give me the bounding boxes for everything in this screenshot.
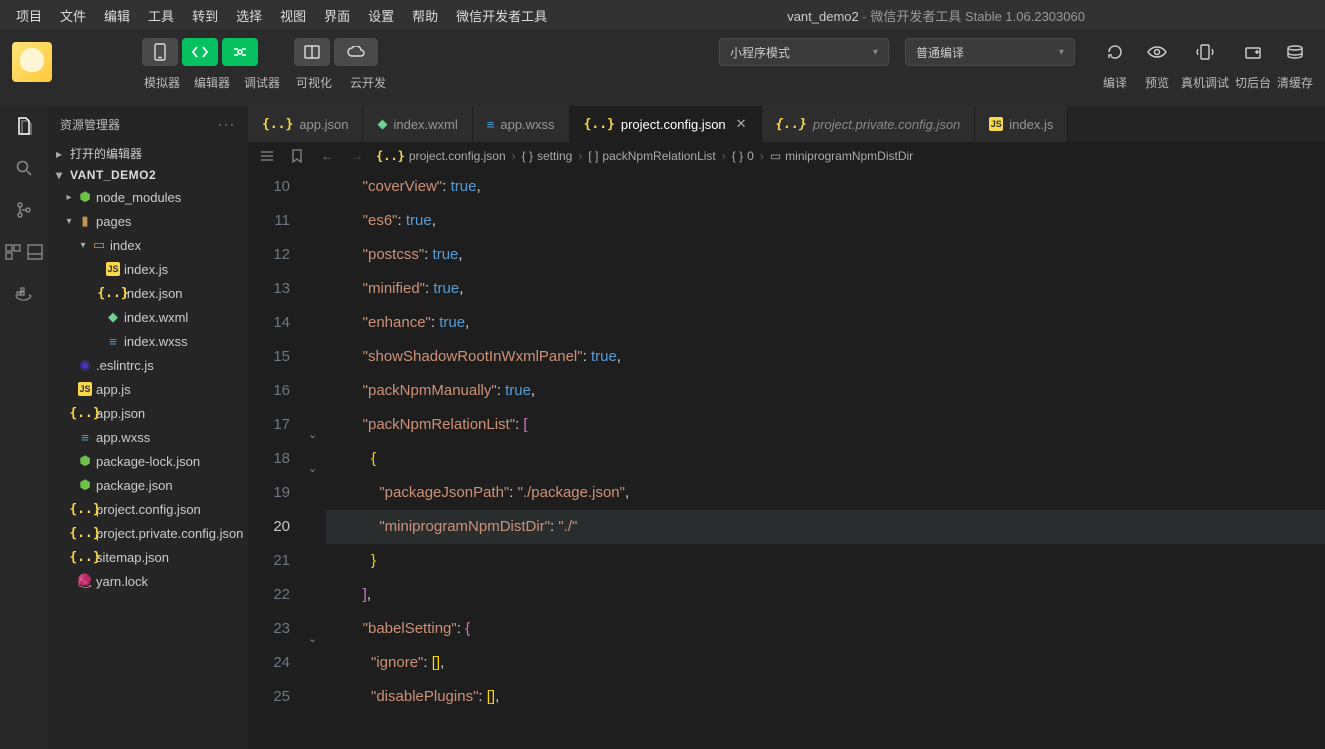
- tree-index.wxss[interactable]: ≡index.wxss: [48, 329, 248, 353]
- code-line-11[interactable]: "es6": true,: [326, 204, 1325, 238]
- fold-icon[interactable]: ⌄: [308, 622, 317, 656]
- tab-project.private.config.json[interactable]: {..}project.private.config.json: [762, 106, 976, 142]
- menu-微信开发者工具[interactable]: 微信开发者工具: [448, 2, 555, 29]
- code-line-13[interactable]: "minified": true,: [326, 272, 1325, 306]
- background-button[interactable]: [1235, 38, 1271, 66]
- cloud-button[interactable]: [334, 38, 378, 66]
- project-section[interactable]: ▾VANT_DEMO2: [48, 165, 248, 185]
- breadcrumb-project.config.json[interactable]: {..} project.config.json: [376, 149, 506, 163]
- source-control-icon[interactable]: [10, 196, 38, 224]
- fold-icon[interactable]: ⌄: [308, 452, 317, 486]
- activity-bar: [0, 106, 48, 749]
- editor-tabs: {..}app.json◆index.wxml≡app.wxss{..}proj…: [248, 106, 1325, 142]
- tab-project.config.json[interactable]: {..}project.config.json✕: [570, 106, 762, 142]
- clear-cache-button[interactable]: [1277, 38, 1313, 66]
- tree-project.private.config.json[interactable]: {..}project.private.config.json: [48, 521, 248, 545]
- tree-.eslintrc.js[interactable]: ◉.eslintrc.js: [48, 353, 248, 377]
- panel-icon[interactable]: [26, 238, 44, 266]
- back-icon[interactable]: ←: [316, 145, 338, 167]
- bookmark-icon[interactable]: [286, 145, 308, 167]
- simulator-button[interactable]: [142, 38, 178, 66]
- menu-选择[interactable]: 选择: [228, 2, 270, 29]
- tree-app.js[interactable]: JSapp.js: [48, 377, 248, 401]
- tree-package.json[interactable]: ⬢package.json: [48, 473, 248, 497]
- visualize-label: 可视化: [294, 74, 334, 91]
- code-line-23[interactable]: "babelSetting": {: [326, 612, 1325, 646]
- menubar: 项目文件编辑工具转到选择视图界面设置帮助微信开发者工具: [8, 2, 555, 29]
- fold-icon[interactable]: ⌄: [308, 418, 317, 452]
- more-icon[interactable]: ···: [218, 117, 236, 131]
- tree-package-lock.json[interactable]: ⬢package-lock.json: [48, 449, 248, 473]
- menu-项目[interactable]: 项目: [8, 2, 50, 29]
- code-line-24[interactable]: "ignore": [],: [326, 646, 1325, 680]
- editor-button[interactable]: [182, 38, 218, 66]
- open-editors-section[interactable]: ▸打开的编辑器: [48, 142, 248, 165]
- explorer-title: 资源管理器: [60, 116, 120, 133]
- code-line-16[interactable]: "packNpmManually": true,: [326, 374, 1325, 408]
- tree-index[interactable]: ▾▭index: [48, 233, 248, 257]
- cloud-label: 云开发: [344, 74, 392, 91]
- tree-sitemap.json[interactable]: {..}sitemap.json: [48, 545, 248, 569]
- breadcrumb: ← → {..} project.config.json›{ } setting…: [248, 142, 1325, 170]
- code-line-21[interactable]: }: [326, 544, 1325, 578]
- code-line-14[interactable]: "enhance": true,: [326, 306, 1325, 340]
- code-line-17[interactable]: "packNpmRelationList": [: [326, 408, 1325, 442]
- tab-index.js[interactable]: JSindex.js: [975, 106, 1068, 142]
- extensions-icon[interactable]: [4, 238, 22, 266]
- forward-icon[interactable]: →: [346, 145, 368, 167]
- search-icon[interactable]: [10, 154, 38, 182]
- tree-index.js[interactable]: JSindex.js: [48, 257, 248, 281]
- tree-app.json[interactable]: {..}app.json: [48, 401, 248, 425]
- visualize-button[interactable]: [294, 38, 330, 66]
- tree-pages[interactable]: ▾▮pages: [48, 209, 248, 233]
- breadcrumb-miniprogramNpmDistDir[interactable]: ▭ miniprogramNpmDistDir: [770, 149, 913, 163]
- breadcrumb-setting[interactable]: { } setting: [522, 149, 573, 163]
- mode-dropdown[interactable]: 小程序模式▾: [719, 38, 889, 66]
- menu-界面[interactable]: 界面: [316, 2, 358, 29]
- tree-project.config.json[interactable]: {..}project.config.json: [48, 497, 248, 521]
- tab-app.wxss[interactable]: ≡app.wxss: [473, 106, 570, 142]
- code-line-10[interactable]: "coverView": true,: [326, 170, 1325, 204]
- menu-设置[interactable]: 设置: [360, 2, 402, 29]
- menu-文件[interactable]: 文件: [52, 2, 94, 29]
- preview-button[interactable]: [1139, 38, 1175, 66]
- tree-node_modules[interactable]: ▸⬢node_modules: [48, 185, 248, 209]
- tab-index.wxml[interactable]: ◆index.wxml: [363, 106, 472, 142]
- menu-转到[interactable]: 转到: [184, 2, 226, 29]
- file-tree: ▸⬢node_modules▾▮pages▾▭indexJSindex.js{.…: [48, 185, 248, 593]
- breadcrumb-packNpmRelationList[interactable]: [ ] packNpmRelationList: [588, 149, 715, 163]
- code-line-12[interactable]: "postcss": true,: [326, 238, 1325, 272]
- menu-视图[interactable]: 视图: [272, 2, 314, 29]
- menu-编辑[interactable]: 编辑: [96, 2, 138, 29]
- real-device-button[interactable]: [1187, 38, 1223, 66]
- menu-帮助[interactable]: 帮助: [404, 2, 446, 29]
- window-title: vant_demo2 - 微信开发者工具 Stable 1.06.2303060: [555, 6, 1317, 25]
- code-line-18[interactable]: {: [326, 442, 1325, 476]
- list-icon[interactable]: [256, 145, 278, 167]
- debugger-label: 调试器: [242, 74, 282, 91]
- docker-icon[interactable]: [10, 280, 38, 308]
- tree-app.wxss[interactable]: ≡app.wxss: [48, 425, 248, 449]
- tree-yarn.lock[interactable]: 🧶yarn.lock: [48, 569, 248, 593]
- close-icon[interactable]: ✕: [736, 116, 747, 132]
- tree-index.json[interactable]: {..}index.json: [48, 281, 248, 305]
- user-avatar[interactable]: [12, 42, 52, 82]
- editor-label: 编辑器: [192, 74, 232, 91]
- code-line-20[interactable]: "miniprogramNpmDistDir": "./": [326, 510, 1325, 544]
- code-line-19[interactable]: "packageJsonPath": "./package.json",: [326, 476, 1325, 510]
- simulator-label: 模拟器: [142, 74, 182, 91]
- breadcrumb-0[interactable]: { } 0: [732, 149, 754, 163]
- code-line-15[interactable]: "showShadowRootInWxmlPanel": true,: [326, 340, 1325, 374]
- tab-app.json[interactable]: {..}app.json: [248, 106, 363, 142]
- compile-mode-dropdown[interactable]: 普通编译▾: [905, 38, 1075, 66]
- debugger-button[interactable]: [222, 38, 258, 66]
- code-line-22[interactable]: ],: [326, 578, 1325, 612]
- compile-button[interactable]: [1097, 38, 1133, 66]
- explorer-icon[interactable]: [10, 112, 38, 140]
- tree-index.wxml[interactable]: ◆index.wxml: [48, 305, 248, 329]
- code-line-25[interactable]: "disablePlugins": [],: [326, 680, 1325, 714]
- menu-工具[interactable]: 工具: [140, 2, 182, 29]
